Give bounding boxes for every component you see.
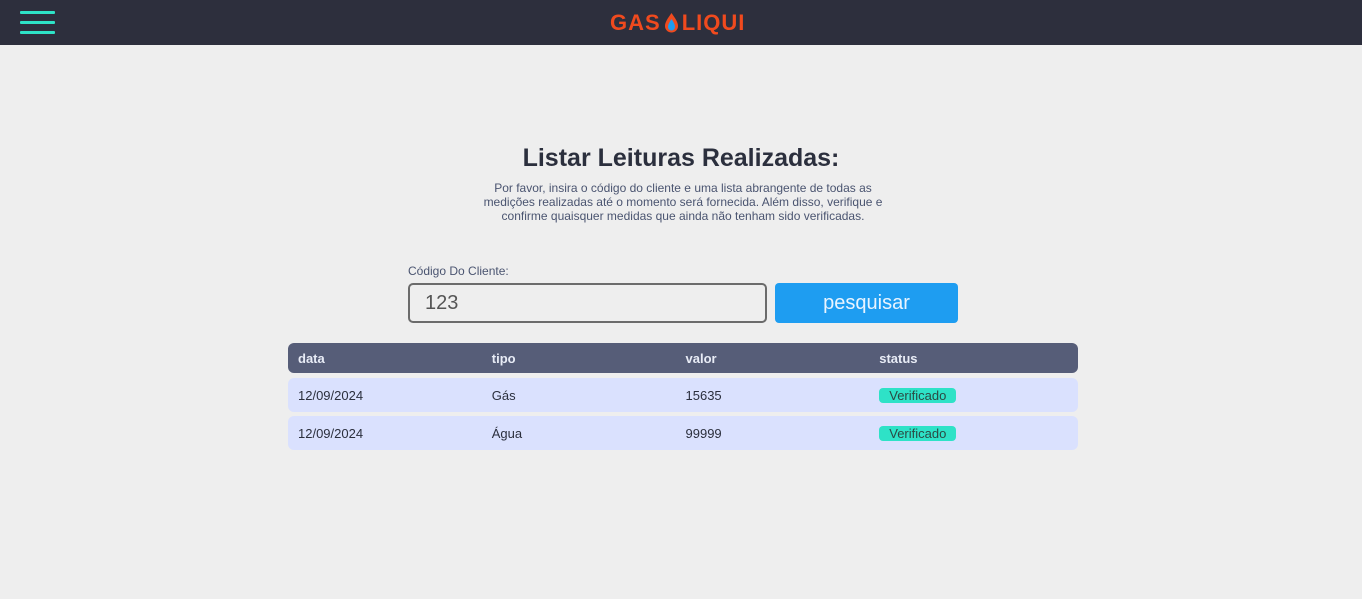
column-header-status: status [879, 350, 918, 366]
cell-valor: 15635 [685, 387, 722, 403]
app-logo[interactable]: GAS LIQUI [610, 10, 745, 36]
table-row[interactable]: 12/09/2024 Água 99999 Verificado [288, 416, 1078, 450]
column-header-data: data [298, 350, 325, 366]
column-header-tipo: tipo [491, 350, 516, 366]
hamburger-menu-icon[interactable] [20, 11, 55, 34]
cell-status: Verificado [869, 425, 1078, 441]
client-code-input[interactable] [408, 283, 767, 323]
flame-drop-icon [664, 13, 678, 33]
cell-data: 12/09/2024 [298, 387, 364, 403]
column-header-valor: valor [685, 350, 717, 366]
menu-line [20, 31, 55, 34]
table-row[interactable]: 12/09/2024 Gás 15635 Verificado [288, 378, 1078, 412]
page-description: Por favor, insira o código do cliente e … [483, 181, 883, 223]
top-navbar: GAS LIQUI [0, 0, 1362, 45]
cell-status: Verificado [869, 387, 1078, 403]
logo-text-left: GAS [610, 10, 661, 35]
readings-table: data tipo valor status 12/09/2024 Gás 15… [288, 343, 1078, 450]
menu-line [20, 21, 55, 24]
status-badge: Verificado [879, 425, 957, 441]
cell-tipo: Água [491, 425, 523, 441]
menu-line [20, 11, 55, 14]
client-code-label: Código Do Cliente: [408, 264, 509, 278]
table-header: data tipo valor status [288, 343, 1078, 373]
cell-data: 12/09/2024 [298, 425, 364, 441]
cell-tipo: Gás [491, 387, 516, 403]
status-badge: Verificado [879, 387, 957, 403]
logo-text-right: LIQUI [681, 10, 746, 35]
cell-valor: 99999 [685, 425, 722, 441]
page-title: Listar Leituras Realizadas: [522, 144, 840, 172]
search-button[interactable]: pesquisar [775, 283, 958, 323]
